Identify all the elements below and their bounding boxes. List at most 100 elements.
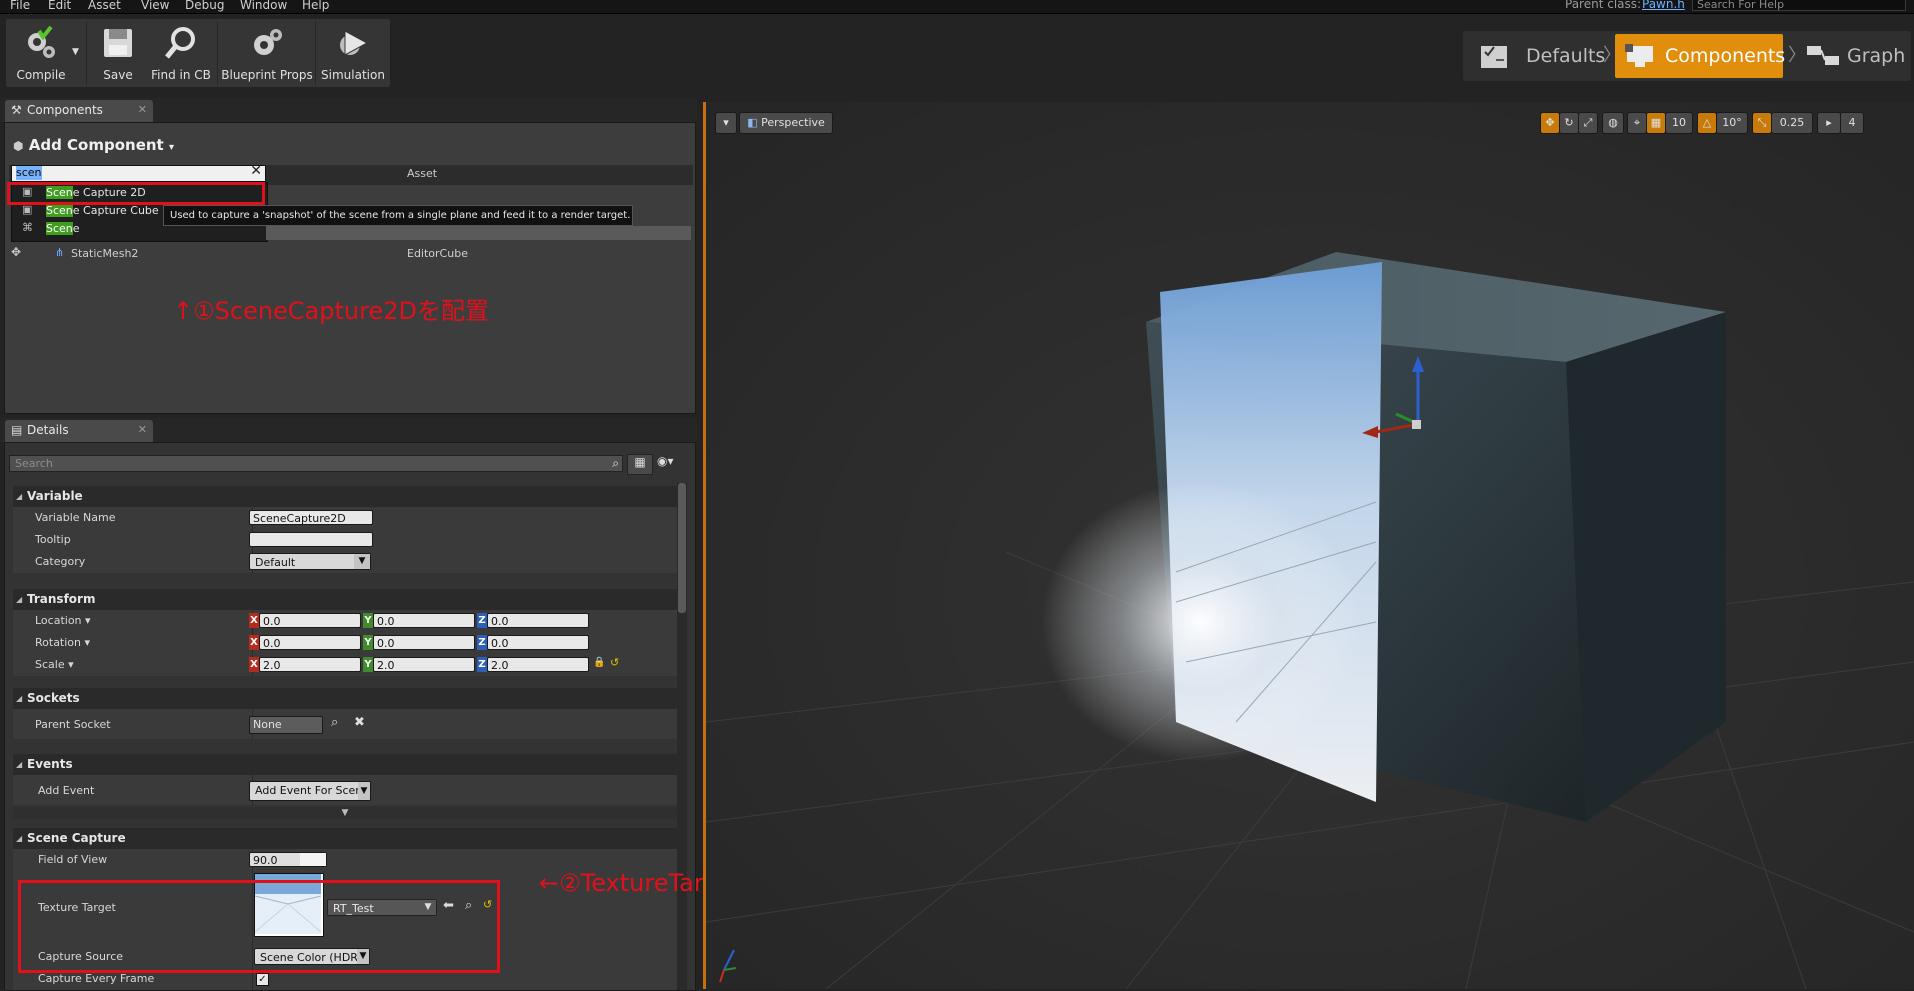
menu-window[interactable]: Window [240, 0, 287, 12]
category-events[interactable]: Events [13, 754, 677, 775]
viewport-options-button[interactable]: ▾ [715, 112, 737, 134]
close-tab-icon[interactable]: ✕ [138, 100, 147, 120]
sockets-row: Parent Socket None ⌕ ✖ [13, 709, 677, 739]
mode-defaults-tab[interactable]: Defaults [1469, 34, 1609, 78]
simulation-button[interactable]: Simulation [318, 19, 388, 87]
translate-mode-icon[interactable]: ✥ [1540, 112, 1560, 134]
mode-graph-label: Graph [1847, 45, 1906, 67]
mode-defaults-label: Defaults [1526, 45, 1606, 67]
mode-components-tab[interactable]: Components [1615, 34, 1785, 78]
axis-z-badge: Z [477, 635, 487, 650]
rotation-z-input[interactable]: 0.0 [487, 635, 589, 650]
menu-bar: File Edit Asset View Debug Window Help P… [0, 0, 1914, 14]
fov-input[interactable]: 90.0 [249, 852, 327, 867]
help-search-input[interactable]: Search For Help [1692, 0, 1906, 11]
category-value: Default [255, 556, 296, 569]
menu-view[interactable]: View [141, 0, 169, 12]
components-tab[interactable]: ⚒ Components ✕ [5, 100, 153, 122]
location-x-input[interactable]: 0.0 [259, 613, 361, 628]
location-y-input[interactable]: 0.0 [373, 613, 475, 628]
property-matrix-icon[interactable]: ▦ [627, 454, 653, 475]
highlight-box-scene-capture-2d [7, 182, 265, 205]
category-variable[interactable]: Variable [13, 486, 677, 507]
parent-class-link[interactable]: Pawn.h [1642, 0, 1685, 11]
scale-mode-icon[interactable]: ⤢ [1578, 112, 1598, 134]
details-tab-icon: ▤ [11, 423, 23, 437]
world-local-icon[interactable]: ◍ [1602, 112, 1624, 134]
advanced-expand-arrow-icon[interactable]: ▼ [13, 807, 677, 819]
grid-snap-value[interactable]: 10 [1665, 112, 1693, 134]
variable-name-input[interactable]: SceneCapture2D [249, 510, 373, 525]
details-search-input[interactable]: Search ⌕ [9, 455, 623, 472]
viewport[interactable]: ▾ ◧ Perspective ✥ ↻ ⤢ ◍ ⌖ ▦ 10 △ 10° ⤡ 0… [703, 102, 1914, 989]
details-panel: Search ⌕ ▦ ◉▾ Variable Variable Name Sce… [4, 442, 1054, 991]
move-handle-icon[interactable]: ✥ [11, 245, 21, 259]
close-tab-icon[interactable]: ✕ [138, 420, 147, 440]
rotate-mode-icon[interactable]: ↻ [1559, 112, 1579, 134]
compile-options-arrow-icon[interactable]: ▼ [72, 47, 79, 57]
simulation-label: Simulation [321, 68, 385, 82]
rotation-label[interactable]: Rotation ▾ [35, 636, 90, 649]
clear-socket-icon[interactable]: ✖ [354, 715, 365, 730]
location-z-input[interactable]: 0.0 [487, 613, 589, 628]
category-transform[interactable]: Transform [13, 589, 677, 610]
rotation-snap-value[interactable]: 10° [1716, 112, 1748, 134]
menu-file[interactable]: File [10, 0, 30, 12]
menu-edit[interactable]: Edit [48, 0, 71, 12]
lock-scale-icon[interactable]: 🔒 [593, 657, 605, 668]
save-button[interactable]: Save [94, 19, 142, 87]
selected-tree-row-bg [266, 226, 691, 240]
camera-speed-value[interactable]: 4 [1840, 112, 1864, 134]
highlight-box-texture-target [18, 880, 500, 973]
settings-gears-icon [254, 29, 282, 55]
category-combo[interactable]: Default ▼ [249, 553, 371, 570]
menu-help[interactable]: Help [302, 0, 329, 12]
mode-graph-tab[interactable]: Graph [1801, 34, 1907, 78]
scale-z-input[interactable]: 2.0 [487, 657, 589, 672]
tree-item-name[interactable]: StaticMesh2 [71, 247, 138, 260]
scale-x-input[interactable]: 2.0 [259, 657, 361, 672]
scrollbar-thumb[interactable] [678, 483, 686, 613]
camera-speed-icon[interactable]: ▸ [1817, 112, 1841, 134]
menu-asset[interactable]: Asset [88, 0, 121, 12]
find-in-cb-label: Find in CB [151, 68, 211, 82]
annotation-step-1: ↑①SceneCapture2Dを配置 [173, 297, 489, 325]
scale-y-input[interactable]: 2.0 [373, 657, 475, 672]
fov-slider-fill [300, 853, 326, 866]
scale-snap-icon[interactable]: ⤡ [1752, 112, 1772, 134]
rotation-snap-icon[interactable]: △ [1697, 112, 1717, 134]
grid-snap-icon[interactable]: ▦ [1646, 112, 1666, 134]
asset-column-header: Asset [407, 167, 438, 180]
scale-snap-value[interactable]: 0.25 [1771, 112, 1813, 134]
capture-every-frame-checkbox[interactable]: ✓ [256, 973, 269, 986]
browse-search-icon[interactable]: ⌕ [331, 715, 338, 730]
visibility-eye-icon[interactable]: ◉▾ [657, 454, 674, 468]
blueprint-props-button[interactable]: Blueprint Props [220, 19, 314, 87]
scale-label[interactable]: Scale ▾ [35, 658, 74, 671]
reset-to-default-icon[interactable]: ↺ [610, 656, 619, 669]
compile-button[interactable]: Compile [6, 19, 76, 87]
parent-socket-field[interactable]: None [249, 716, 323, 734]
tooltip-input[interactable] [249, 532, 373, 547]
rotation-x-input[interactable]: 0.0 [259, 635, 361, 650]
dropdown-item-rest: e Capture Cube [72, 204, 159, 217]
add-event-combo[interactable]: Add Event For Scene ▼ [249, 781, 371, 801]
search-match-highlight: Scen [46, 204, 73, 217]
surface-snap-icon[interactable]: ⌖ [1627, 112, 1647, 134]
perspective-button[interactable]: ◧ Perspective [739, 112, 833, 134]
location-label[interactable]: Location ▾ [35, 614, 91, 627]
menu-debug[interactable]: Debug [185, 0, 224, 12]
graph-nodes-icon [1807, 46, 1839, 65]
details-tab[interactable]: ▤ Details ✕ [5, 420, 153, 442]
category-sockets[interactable]: Sockets [13, 688, 677, 709]
clear-search-icon[interactable]: ✕ [250, 163, 262, 179]
axis-z-badge: Z [477, 613, 487, 628]
category-scene-capture[interactable]: Scene Capture [13, 828, 677, 849]
find-in-cb-button[interactable]: Find in CB [146, 19, 216, 87]
details-scrollbar[interactable] [677, 483, 687, 990]
component-search-input[interactable]: scen ✕ [11, 163, 266, 182]
dropdown-arrow-icon: ▾ [168, 142, 174, 153]
rotation-y-input[interactable]: 0.0 [373, 635, 475, 650]
add-component-button[interactable]: ⬢ Add Component ▾ [13, 135, 174, 155]
wrench-icon: ⚒ [11, 103, 22, 117]
